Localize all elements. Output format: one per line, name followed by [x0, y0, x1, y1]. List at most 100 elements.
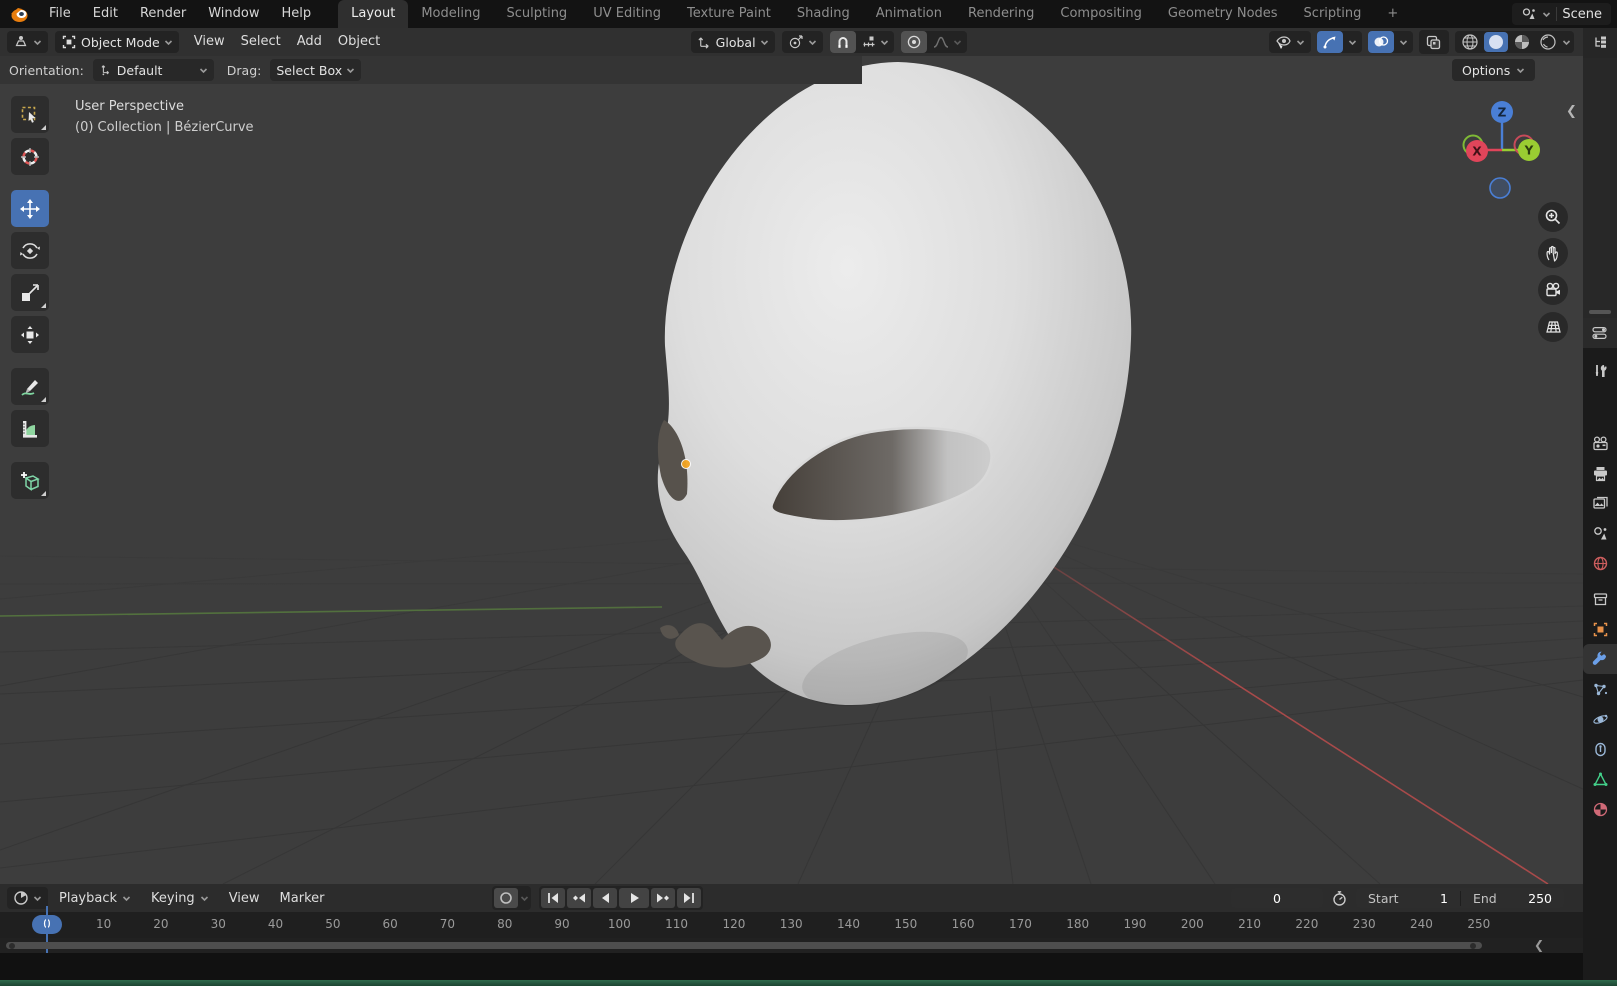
next-keyframe-button[interactable] [651, 888, 675, 908]
tool-move[interactable] [11, 190, 49, 227]
3d-viewport[interactable]: User Perspective (0) Collection | Bézier… [0, 56, 1583, 884]
timeline-scrollbar[interactable] [6, 942, 1482, 949]
timeline-ruler[interactable]: 1020304050607080901001101201301401501601… [0, 912, 1583, 938]
properties-tab-object[interactable] [1583, 614, 1617, 644]
toggle-ortho-button[interactable] [1538, 312, 1568, 342]
outliner-scrollbar[interactable] [1589, 310, 1611, 314]
gizmo-axis-neg-z[interactable] [1490, 178, 1510, 198]
overlays-toggle[interactable] [1368, 31, 1394, 53]
sidebar-collapse-arrow[interactable]: ❮ [1566, 104, 1577, 119]
workspace-tab[interactable]: Rendering [955, 0, 1047, 28]
properties-tab-tool[interactable] [1583, 356, 1617, 386]
properties-tab-world[interactable] [1583, 548, 1617, 578]
chevron-down-icon[interactable] [1562, 39, 1571, 46]
tool-cursor[interactable] [11, 138, 49, 175]
tool-measure[interactable] [11, 410, 49, 447]
camera-view-button[interactable] [1538, 275, 1568, 305]
properties-tab-collection[interactable] [1583, 584, 1617, 614]
snap-settings-dropdown[interactable] [856, 31, 894, 53]
viewport-menu-item[interactable]: View [186, 28, 233, 56]
gizmo-axis-x[interactable]: X [1466, 140, 1488, 162]
workspace-tab[interactable]: Texture Paint [674, 0, 784, 28]
pivot-point-dropdown[interactable] [782, 31, 823, 53]
topbar-menu-item[interactable]: Edit [82, 0, 129, 28]
falloff-dropdown[interactable] [927, 31, 967, 53]
options-button[interactable]: Options [1452, 59, 1535, 81]
viewport-menu-item[interactable]: Object [330, 28, 388, 56]
topbar-menu-item[interactable]: Help [271, 0, 323, 28]
workspace-tab[interactable]: + [1374, 0, 1411, 28]
properties-tab-scene[interactable] [1583, 518, 1617, 548]
topbar-menu-item[interactable]: Window [197, 0, 270, 28]
keying-menu[interactable]: Keying [142, 891, 218, 906]
snap-toggle[interactable] [830, 31, 856, 53]
properties-tab-physics[interactable] [1583, 704, 1617, 734]
tool-scale[interactable] [11, 274, 49, 311]
workspace-tab[interactable]: Geometry Nodes [1155, 0, 1291, 28]
mode-selector[interactable]: Object Mode [55, 31, 179, 53]
properties-tab-material[interactable] [1583, 794, 1617, 824]
scrollbar-left-dot[interactable] [9, 943, 15, 949]
properties-tab-constraints[interactable] [1583, 734, 1617, 764]
tool-rotate[interactable] [11, 232, 49, 269]
playback-menu[interactable]: Playback [50, 891, 140, 906]
marker-menu[interactable]: Marker [271, 891, 334, 906]
shading-wireframe-button[interactable] [1458, 32, 1482, 52]
topbar-menu-item[interactable]: File [38, 0, 82, 28]
gizmo-toggle[interactable] [1317, 31, 1343, 53]
play-reverse-button[interactable] [593, 888, 617, 908]
overlays-dropdown[interactable] [1394, 31, 1413, 53]
properties-tab-output[interactable] [1583, 458, 1617, 488]
shading-material-button[interactable] [1510, 32, 1534, 52]
stopwatch-icon[interactable] [1331, 890, 1348, 907]
gizmo-dropdown[interactable] [1343, 31, 1362, 53]
show-object-types-dropdown[interactable] [1269, 31, 1311, 53]
zoom-button[interactable] [1538, 202, 1568, 232]
play-button[interactable] [619, 888, 649, 908]
topbar-menu-item[interactable]: Render [129, 0, 197, 28]
tool-add-cube[interactable] [11, 462, 49, 499]
tool-annotate[interactable] [11, 368, 49, 405]
end-frame-field[interactable]: End 250 [1460, 891, 1564, 906]
timeline-editor-type-button[interactable] [7, 887, 48, 909]
properties-tab-render[interactable] [1583, 428, 1617, 458]
properties-tab-view-layer[interactable] [1583, 488, 1617, 518]
tool-tweak-select-box[interactable] [11, 96, 49, 133]
transform-orientation-dropdown[interactable]: Global [691, 31, 775, 53]
workspace-tab[interactable]: Scripting [1291, 0, 1375, 28]
orientation-dropdown[interactable]: Default [93, 59, 214, 81]
drag-dropdown[interactable]: Select Box [270, 59, 361, 81]
workspace-tab[interactable]: UV Editing [580, 0, 674, 28]
scrollbar-right-dot[interactable] [1470, 943, 1476, 949]
editor-type-button[interactable] [7, 31, 48, 53]
chevron-down-icon[interactable] [520, 895, 529, 902]
start-frame-field[interactable]: Start 1 [1356, 891, 1460, 906]
timeline-collapse-arrow[interactable]: ❮ [1534, 938, 1544, 952]
workspace-tab[interactable]: Layout [338, 0, 408, 28]
xray-toggle[interactable] [1419, 30, 1449, 54]
gizmo-axis-z[interactable]: Z [1491, 101, 1513, 123]
workspace-tab[interactable]: Shading [784, 0, 863, 28]
outliner-region[interactable] [1583, 58, 1617, 318]
current-frame-field[interactable]: 0 [1231, 888, 1323, 908]
auto-keying-toggle[interactable] [494, 888, 518, 908]
blender-logo-icon[interactable] [10, 5, 29, 24]
outliner-header[interactable] [1583, 28, 1617, 58]
shading-rendered-button[interactable] [1536, 32, 1560, 52]
viewport-menu-item[interactable]: Select [233, 28, 289, 56]
navigation-gizmo[interactable]: Z X Y [1448, 92, 1558, 212]
workspace-tab[interactable]: Sculpting [493, 0, 580, 28]
tool-transform[interactable] [11, 316, 49, 353]
properties-tab-particles[interactable] [1583, 674, 1617, 704]
jump-to-start-button[interactable] [541, 888, 565, 908]
properties-tab-modifier[interactable] [1583, 644, 1617, 674]
workspace-tab[interactable]: Modeling [408, 0, 493, 28]
workspace-tab[interactable]: Animation [863, 0, 955, 28]
properties-header[interactable] [1583, 318, 1617, 348]
viewport-menu-item[interactable]: Add [289, 28, 330, 56]
proportional-edit-toggle[interactable] [901, 31, 927, 53]
previous-keyframe-button[interactable] [567, 888, 591, 908]
scene-selector[interactable]: Scene [1512, 3, 1611, 25]
shading-solid-button[interactable] [1484, 32, 1508, 52]
workspace-tab[interactable]: Compositing [1047, 0, 1155, 28]
